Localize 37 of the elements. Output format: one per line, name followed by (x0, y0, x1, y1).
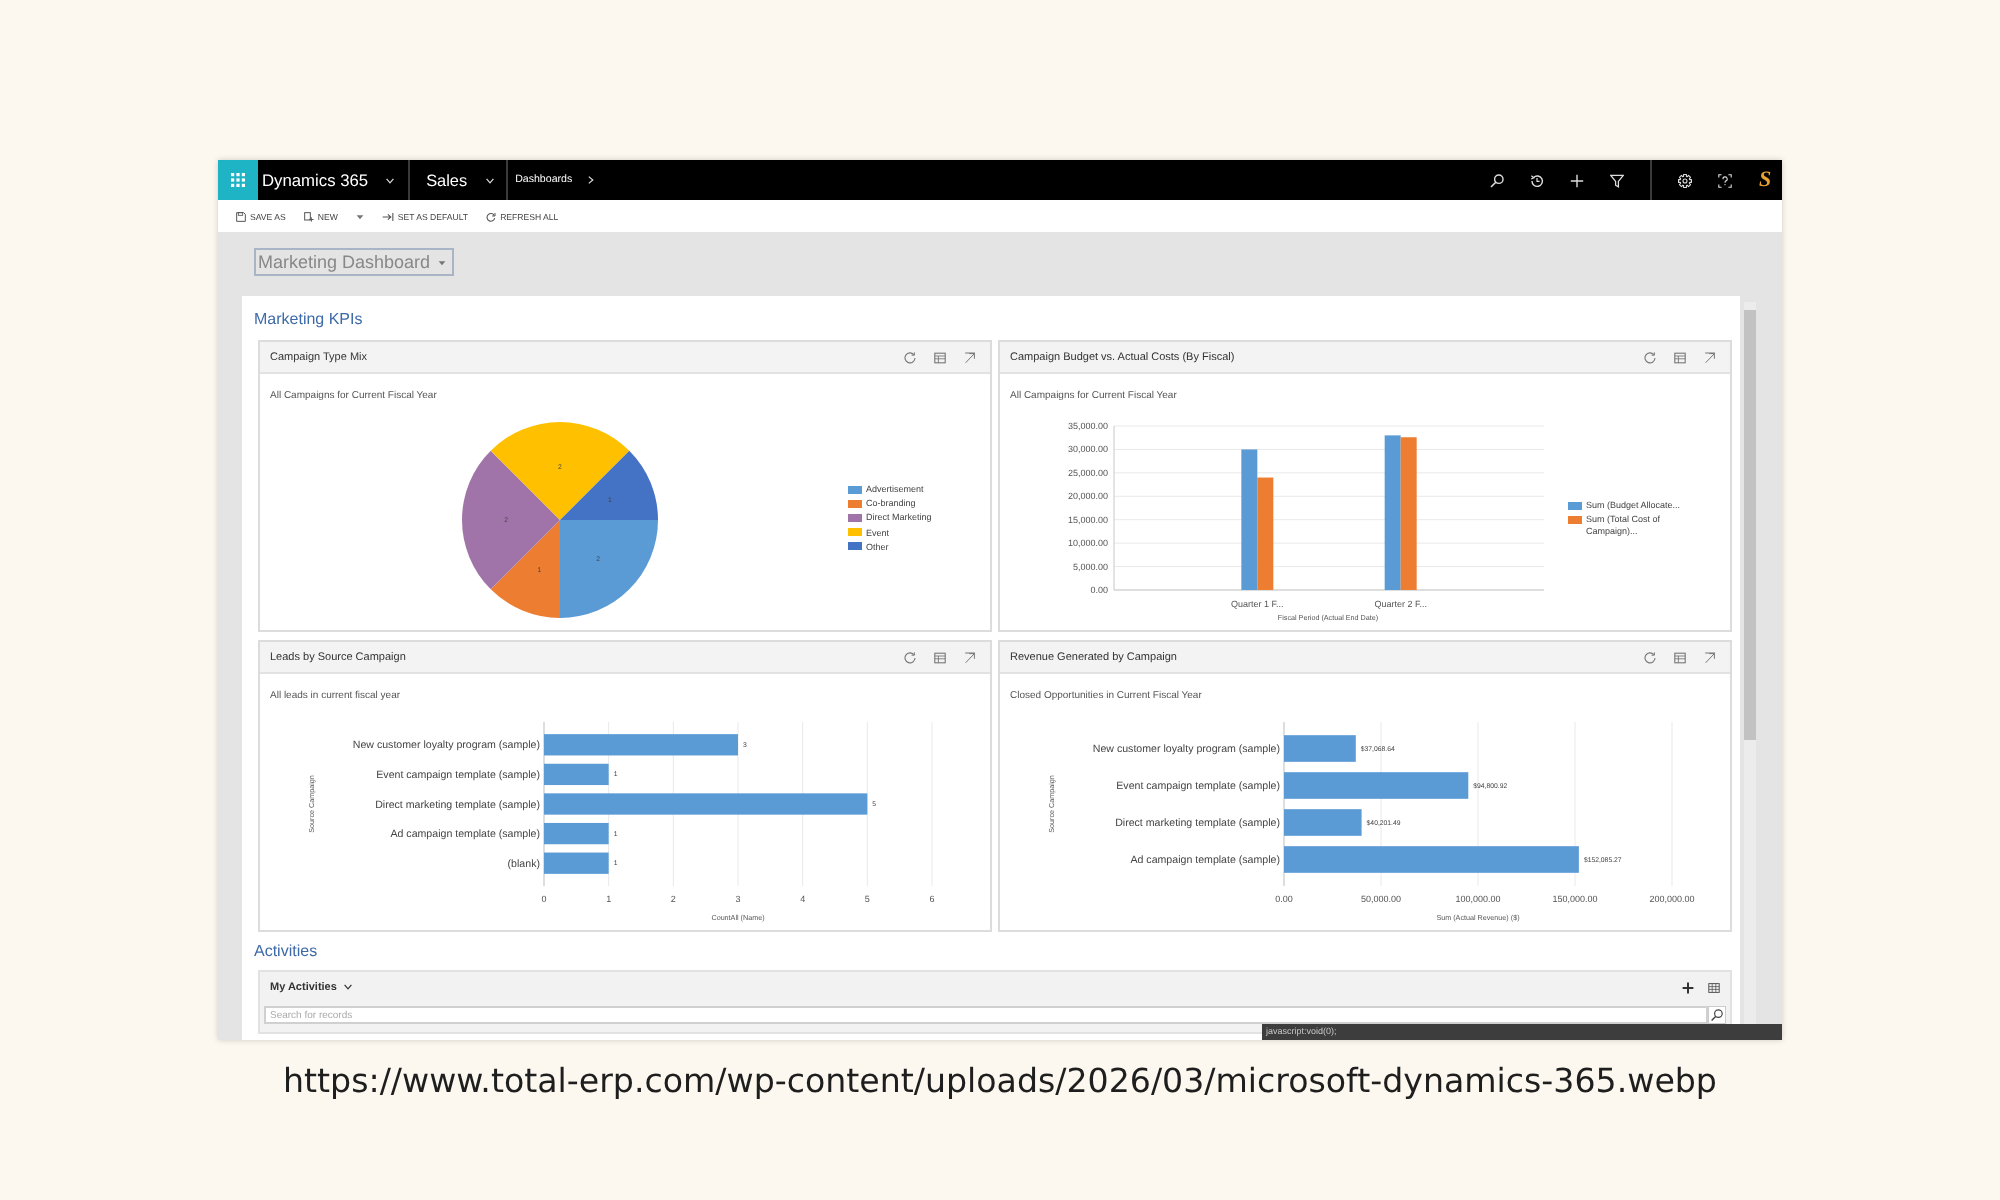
refresh-icon[interactable] (904, 651, 916, 663)
caret-icon (438, 259, 447, 265)
refresh-icon (486, 211, 497, 221)
expand-icon[interactable] (964, 351, 976, 363)
refresh-icon[interactable] (1644, 351, 1656, 363)
image-caption-url: https://www.total-erp.com/wp-content/uploads/2026/03/microsoft-dynamics-365.webp (281, 1064, 1719, 1100)
expand-icon[interactable] (964, 651, 976, 663)
search-icon[interactable] (1708, 1006, 1726, 1024)
expand-icon[interactable] (1704, 351, 1716, 363)
refresh-icon[interactable] (1644, 651, 1656, 663)
filter-icon[interactable] (1610, 173, 1624, 187)
area-button[interactable]: Sales (410, 160, 506, 200)
expand-icon[interactable] (1704, 651, 1716, 663)
caret-icon[interactable] (355, 213, 364, 219)
refresh-icon[interactable] (904, 351, 916, 363)
chevron-down-icon (344, 984, 353, 990)
grid-icon[interactable] (1708, 981, 1720, 993)
table-icon[interactable] (934, 351, 946, 363)
save-icon (236, 211, 246, 221)
history-icon[interactable] (1530, 173, 1544, 187)
section-title: Marketing KPIs (254, 308, 365, 332)
scrollbar-thumb[interactable] (1744, 310, 1756, 740)
app-launcher-icon[interactable] (218, 160, 258, 200)
table-icon[interactable] (934, 651, 946, 663)
chevron-down-icon (485, 177, 494, 183)
arrow-to-bar-icon (381, 211, 394, 221)
help-icon[interactable] (1718, 173, 1732, 187)
plus-icon[interactable] (1682, 981, 1694, 993)
chevron-right-icon (588, 176, 595, 184)
app-name-button[interactable]: Dynamics 365 (258, 160, 409, 200)
table-icon[interactable] (1674, 351, 1686, 363)
section-title: Activities (254, 940, 320, 964)
settings-icon[interactable] (1678, 173, 1692, 187)
document-plus-icon (303, 211, 314, 221)
search-icon[interactable] (1490, 173, 1504, 187)
chevron-down-icon (386, 177, 395, 183)
table-icon[interactable] (1674, 651, 1686, 663)
